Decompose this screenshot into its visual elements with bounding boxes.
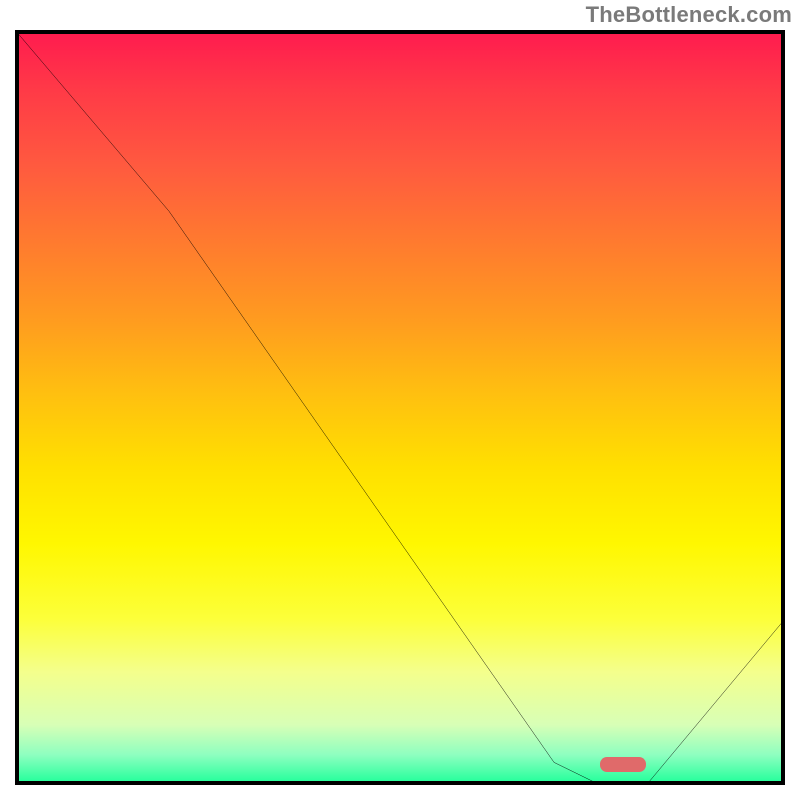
watermark-text: TheBottleneck.com	[586, 2, 792, 28]
gradient-plot-area	[15, 30, 785, 785]
chart-container: TheBottleneck.com	[0, 0, 800, 800]
